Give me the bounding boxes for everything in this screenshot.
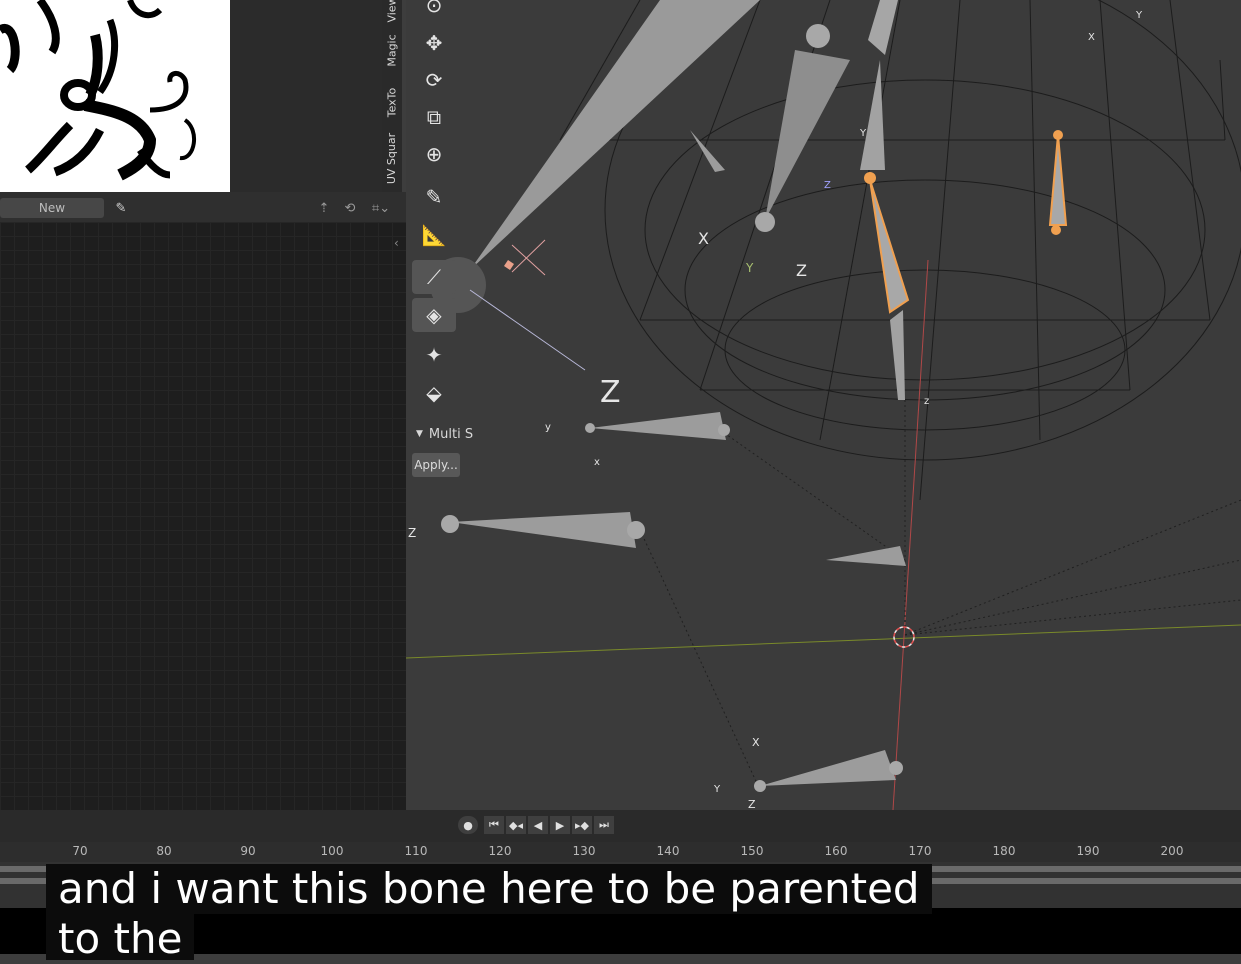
axis-label: Z — [600, 375, 621, 410]
timeline-tick: 110 — [404, 844, 428, 858]
measure-tool-icon[interactable]: 📐 — [412, 218, 456, 252]
extrude-tool-icon[interactable]: ✦ — [412, 338, 456, 372]
caption-line: and i want this bone here to be parented — [46, 864, 932, 914]
play-icon[interactable]: ▶ — [550, 816, 570, 834]
timeline-tick: 150 — [740, 844, 764, 858]
timeline-tick: 170 — [908, 844, 932, 858]
timeline-tick: 120 — [488, 844, 512, 858]
panel-gap — [230, 0, 382, 192]
new-image-button[interactable]: New — [0, 198, 104, 218]
bone — [590, 412, 726, 440]
bone-size-tool-icon[interactable]: ◈ — [412, 298, 456, 332]
image-editor-canvas[interactable] — [0, 222, 406, 810]
sync-icon[interactable]: ⟲ — [340, 198, 360, 218]
timeline-tick: 90 — [240, 844, 256, 858]
snap-dropdown-icon[interactable]: ⌗⌄ — [366, 198, 396, 218]
viewport-scene: X Z Y X Z Y x z y Z Z Y Z X Y — [406, 0, 1241, 810]
axis-label: y — [545, 422, 551, 433]
apply-button[interactable]: Apply... — [412, 453, 460, 477]
chevron-left-icon[interactable]: ‹ — [394, 236, 399, 250]
panel-title: Multi S — [428, 426, 474, 442]
axis-label: X — [698, 229, 709, 248]
bone — [860, 60, 885, 170]
bone — [826, 546, 906, 566]
timeline-tick: 160 — [824, 844, 848, 858]
timeline-tick: 70 — [72, 844, 88, 858]
bone-large — [470, 0, 760, 270]
axis-label: X — [752, 736, 760, 749]
transform-tool-icon[interactable]: ⊕ — [412, 137, 456, 171]
bone-selected — [1048, 134, 1068, 226]
disclosure-triangle-icon: ▼ — [416, 429, 423, 439]
tab-magic[interactable]: Magic — [382, 22, 402, 78]
timeline-controls — [0, 810, 1241, 842]
play-reverse-icon[interactable]: ◀ — [528, 816, 548, 834]
envelope-tool-icon[interactable]: ⬙ — [412, 376, 456, 410]
rabbit-drawing — [0, 0, 196, 181]
bone — [450, 512, 636, 548]
tab-texto[interactable]: TexTo — [382, 80, 402, 124]
axis-label: Y — [713, 784, 721, 795]
caption-line: to the — [46, 914, 195, 963]
scale-tool-icon[interactable]: ⧉ — [412, 100, 456, 134]
prev-keyframe-icon[interactable]: ◆◂ — [506, 816, 526, 834]
annotate-tool-icon[interactable]: ✎ — [412, 180, 456, 214]
cursor-tool-icon[interactable]: ⊙ — [412, 0, 456, 22]
axis-label: X — [1088, 32, 1095, 43]
axis-label: Z — [824, 180, 831, 191]
timeline-tick: 180 — [992, 844, 1016, 858]
axis-label: Z — [408, 526, 416, 540]
3d-viewport[interactable]: X Z Y X Z Y x z y Z Z Y Z X Y — [406, 0, 1241, 810]
timeline-ruler[interactable] — [0, 842, 1241, 862]
multi-s-panel-header[interactable]: ▼ Multi S — [412, 424, 484, 444]
sidebar-tabs: View Magic TexTo UV Squar — [382, 0, 402, 192]
move-tool-icon[interactable]: ✥ — [412, 26, 456, 60]
bone-selected — [869, 179, 910, 314]
tab-uv-squares[interactable]: UV Squar — [382, 126, 402, 190]
timeline-tick: 190 — [1076, 844, 1100, 858]
axis-label: Y — [745, 261, 754, 275]
viewport-toolbar: ⊙ ✥ ⟳ ⧉ ⊕ ✎ 📐 ⟋ ◈ ✦ ⬙ — [412, 0, 460, 412]
bone — [760, 750, 896, 786]
tab-view[interactable]: View — [382, 0, 402, 22]
timeline-tick: 200 — [1160, 844, 1184, 858]
next-keyframe-icon[interactable]: ▸◆ — [572, 816, 592, 834]
timeline-tick: 130 — [572, 844, 596, 858]
pin-icon[interactable]: ✎ — [112, 198, 130, 218]
jump-end-icon[interactable]: ⏭ — [594, 816, 614, 834]
timeline-tick: 100 — [320, 844, 344, 858]
bone-roll-tool-icon[interactable]: ⟋ — [412, 260, 456, 294]
timeline-tick: 80 — [156, 844, 172, 858]
y-axis-line — [406, 624, 1241, 659]
upload-icon[interactable]: ⇡ — [314, 198, 334, 218]
rotate-tool-icon[interactable]: ⟳ — [412, 63, 456, 97]
record-icon[interactable]: ● — [458, 816, 478, 834]
axis-label: Z — [796, 261, 807, 280]
axis-label: Z — [748, 798, 756, 810]
jump-start-icon[interactable]: ⏮ — [484, 816, 504, 834]
axis-label: Y — [1135, 10, 1143, 21]
timeline-tick: 140 — [656, 844, 680, 858]
axis-label: x — [594, 457, 600, 468]
axis-label: z — [924, 396, 929, 407]
axis-label: Y — [859, 128, 867, 139]
image-preview — [0, 0, 230, 192]
